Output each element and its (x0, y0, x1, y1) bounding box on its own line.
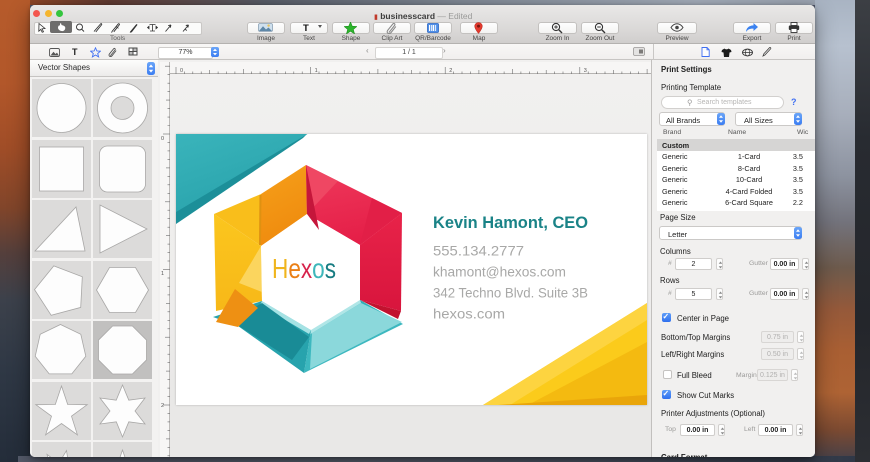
svg-text:Kevin Hamont, CEO: Kevin Hamont, CEO (433, 214, 588, 232)
svg-text:khamont@hexos.com: khamont@hexos.com (433, 265, 566, 280)
svg-text:1: 1 (161, 271, 164, 277)
svg-text:342 Techno Blvd. Suite 3B: 342 Techno Blvd. Suite 3B (433, 286, 588, 301)
svg-text:hexos.com: hexos.com (433, 307, 505, 322)
svg-text:Hexos: Hexos (272, 253, 336, 284)
svg-text:2: 2 (161, 403, 164, 409)
svg-text:555.134.2777: 555.134.2777 (433, 244, 524, 259)
svg-text:0: 0 (161, 136, 164, 142)
